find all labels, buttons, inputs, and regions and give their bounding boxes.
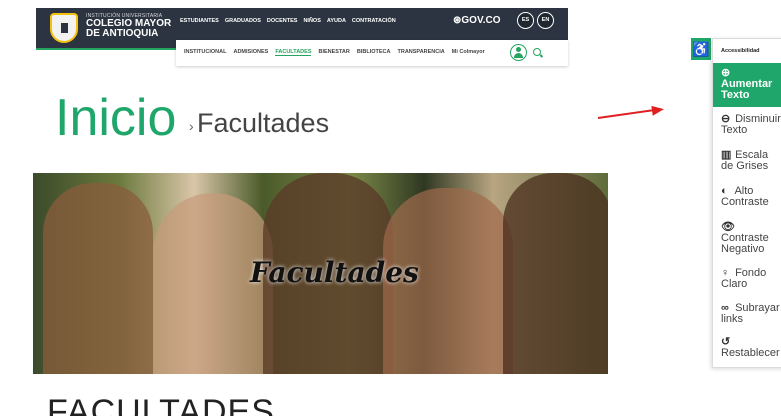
annotation-arrow-head [651,104,665,116]
topnav-graduados[interactable]: GRADUADOS [225,18,261,24]
option-label-line2: de Grises [721,160,769,172]
main-navigation: INSTITUCIONAL ADMISIONES FACULTADES BIEN… [176,40,568,66]
option-label-line2: Negativo [721,243,765,255]
nav-transparencia[interactable]: TRANSPARENCIA [397,49,444,56]
topnav-contratacion[interactable]: CONTRATACIÓN [352,18,396,24]
option-underline-links[interactable]: ∞ Subrayar links [721,303,781,325]
option-label-line2: Contraste [721,196,769,208]
option-light-background[interactable]: ♀ Fondo Claro [721,268,781,290]
hero-image: Facultades [33,173,608,374]
user-account-icon[interactable] [510,44,527,61]
annotation-arrow-line [597,108,658,119]
option-label-line2: Texto [721,89,750,101]
topnav-estudiantes[interactable]: ESTUDIANTES [180,18,219,24]
section-title: FACULTADES [47,393,275,416]
gov-co-label: GOV.CO [461,15,501,26]
institution-logo[interactable]: INSTITUCIÓN UNIVERSITARIA COLEGIO MAYOR … [44,11,174,45]
breadcrumb-separator: › [189,118,194,134]
accessibility-panel: Accessibilidad ⊕ Aumentar Texto ⊖ Dismin… [712,38,781,368]
option-label-line2: Texto [721,124,748,136]
nav-bienestar[interactable]: BIENESTAR [318,49,349,56]
topnav-ninos[interactable]: NIÑOS [303,18,320,24]
header-accent-line [36,48,176,50]
option-label-line2: links [721,313,744,325]
option-high-contrast[interactable]: ◐ Alto Contraste [721,186,781,208]
nav-mi-colmayor[interactable]: Mi Colmayor [452,49,485,56]
hero-person-shape [503,173,608,374]
shield-logo-icon [50,13,78,43]
option-increase-text[interactable]: ⊕ Aumentar Texto [721,68,781,101]
nav-biblioteca[interactable]: BIBLIOTECA [357,49,391,56]
accessibility-toggle-icon[interactable]: ♿ [691,38,711,60]
page-subtitle: Facultades [197,108,330,138]
option-negative-contrast[interactable]: 👁 Contraste Negativo [721,222,781,255]
accessibility-header: Accessibilidad [721,48,760,54]
hero-caption: Facultades [250,256,419,289]
nav-facultades[interactable]: FACULTADES [275,49,312,56]
nav-institucional[interactable]: INSTITUCIONAL [184,49,226,56]
option-reset[interactable]: ↺ Restablecer [721,337,781,359]
search-icon[interactable] [533,48,541,56]
language-es-button[interactable]: ES [517,12,534,29]
nav-admisiones[interactable]: ADMISIONES [233,49,268,56]
option-grayscale[interactable]: ▥ Escala de Grises [721,150,781,172]
institution-name-line2: DE ANTIOQUIA [86,28,159,39]
topnav-ayuda[interactable]: AYUDA [327,18,346,24]
language-en-button[interactable]: EN [537,12,554,29]
top-navigation: ESTUDIANTES GRADUADOS DOCENTES NIÑOS AYU… [180,18,396,24]
topnav-docentes[interactable]: DOCENTES [267,18,298,24]
page-title: Inicio [55,89,177,147]
option-label-line2: Restablecer [721,347,780,359]
hero-person-shape [43,183,153,374]
option-decrease-text[interactable]: ⊖ Disminuir Texto [721,114,781,136]
gov-co-link[interactable]: ⊛GOV.CO [453,15,500,26]
option-label-line2: Claro [721,278,748,290]
